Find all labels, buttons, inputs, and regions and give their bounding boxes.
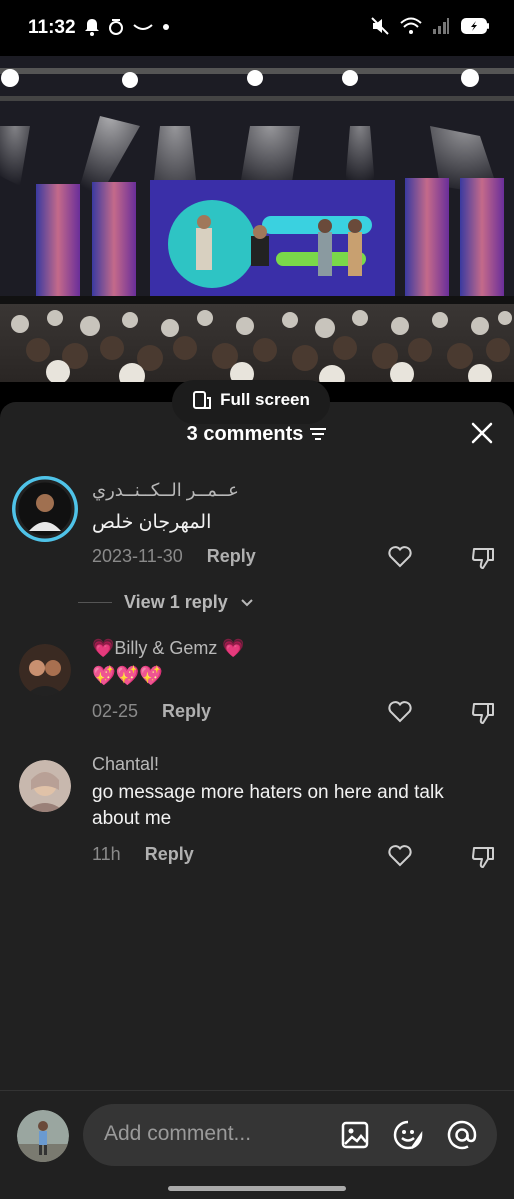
comment-text: المهرجان خلص xyxy=(92,512,212,533)
comment-username[interactable]: 💗Billy & Gemz 💗 xyxy=(92,638,245,659)
view-replies-button[interactable]: View 1 reply xyxy=(78,592,254,613)
wifi-icon xyxy=(400,17,422,34)
cloud-icon xyxy=(133,24,153,30)
signal-icon xyxy=(433,18,449,34)
image-icon[interactable] xyxy=(340,1120,370,1150)
status-right-icons xyxy=(370,16,490,36)
comment-date: 02-25 xyxy=(92,701,139,721)
chevron-down-icon xyxy=(241,598,253,606)
avatar[interactable] xyxy=(12,476,78,542)
comments-count-title: 3 comments xyxy=(186,422,304,445)
avatar[interactable] xyxy=(19,644,71,696)
dislike-icon[interactable] xyxy=(470,700,496,726)
mute-icon xyxy=(371,17,389,35)
comment-meta: 02-25 Reply xyxy=(92,701,211,722)
heart-icon[interactable] xyxy=(387,843,413,869)
comment-date: 2023-11-30 xyxy=(92,546,183,566)
filter-sort-icon[interactable] xyxy=(309,427,327,441)
comment-text: go message more haters on here and talk … xyxy=(92,782,444,829)
avatar-photo xyxy=(15,479,75,539)
bell-icon xyxy=(85,19,99,36)
status-left-icons xyxy=(84,18,170,36)
home-indicator xyxy=(168,1186,346,1191)
comment-username[interactable]: عــمــر الــكــنــدري xyxy=(92,480,239,501)
comment-meta: 2023-11-30 Reply xyxy=(92,546,256,567)
comment-date: 11h xyxy=(92,844,121,864)
emoji-icon[interactable] xyxy=(392,1119,424,1151)
reply-button[interactable]: Reply xyxy=(162,701,211,722)
reply-button[interactable]: Reply xyxy=(207,546,256,567)
fullscreen-icon xyxy=(193,391,212,409)
avatar-photo xyxy=(19,760,71,812)
current-user-avatar xyxy=(17,1110,69,1162)
divider-line xyxy=(78,602,112,603)
heart-icon[interactable] xyxy=(387,544,413,570)
battery-icon xyxy=(461,18,489,34)
status-bar: 11:32 xyxy=(0,0,514,56)
avatar-photo xyxy=(19,644,71,696)
comment-input-placeholder: Add comment... xyxy=(104,1122,252,1145)
concert-video-frame xyxy=(0,56,514,382)
alarm-icon xyxy=(109,19,123,35)
avatar[interactable] xyxy=(19,760,71,812)
dislike-icon[interactable] xyxy=(470,545,496,571)
dot-icon xyxy=(163,24,169,30)
avatar-photo xyxy=(17,1110,69,1162)
comment-meta: 11h Reply xyxy=(92,844,194,865)
mention-icon[interactable] xyxy=(446,1119,478,1151)
status-time: 11:32 xyxy=(28,17,76,38)
fullscreen-label: Full screen xyxy=(220,390,310,409)
heart-icon[interactable] xyxy=(387,699,413,725)
comment-username[interactable]: Chantal! xyxy=(92,754,159,775)
view-replies-label: View 1 reply xyxy=(124,592,228,612)
comments-header: 3 comments xyxy=(0,418,514,450)
dislike-icon[interactable] xyxy=(470,844,496,870)
comment-text: 💖💖💖 xyxy=(92,666,163,687)
close-icon[interactable] xyxy=(470,421,494,445)
reply-button[interactable]: Reply xyxy=(145,844,194,865)
video-player[interactable] xyxy=(0,56,514,382)
